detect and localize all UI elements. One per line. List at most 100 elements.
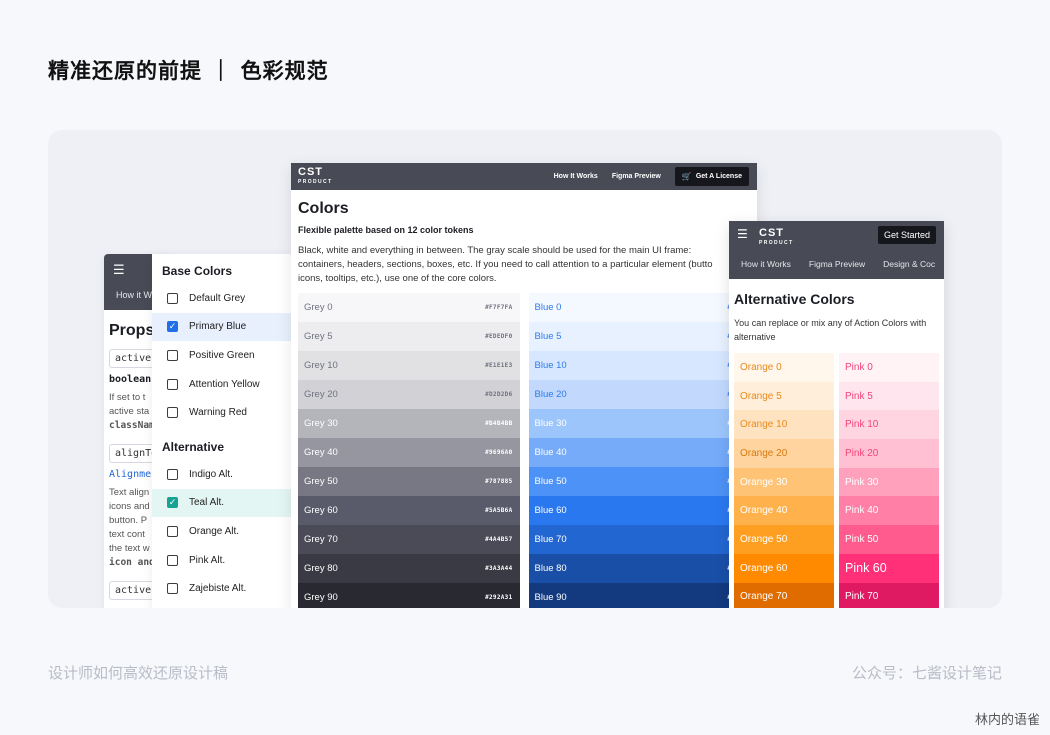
color-swatch[interactable]: Grey 0 #F7F7FA [298,293,520,322]
checkbox-label: Indigo Alt. [189,468,233,480]
swatch-label: Blue 90 [534,592,567,603]
color-swatch[interactable]: Orange 5 [734,381,834,411]
brand-logo[interactable]: CST PRODUCT [298,167,333,187]
color-swatch[interactable]: Blue 60#297 [528,496,750,525]
color-swatch[interactable]: Orange 60 [734,553,834,583]
checkbox-icon[interactable] [167,468,178,480]
swatch-label: Pink 0 [845,361,873,373]
color-swatch[interactable]: Grey 80 #3A3A44 [298,554,520,583]
color-swatch[interactable]: Orange 50 [734,525,834,554]
color-swatch[interactable]: Grey 30 #B4B4BB [298,409,520,438]
color-swatch[interactable]: Blue 10#D8E [528,351,750,380]
swatch-label: Orange 30 [740,476,788,488]
color-swatch[interactable]: Pink 50 [839,525,939,554]
checkbox-icon[interactable] [167,378,178,390]
color-swatch[interactable]: Blue 5#E8F [528,322,750,351]
nav-link-how-it-works[interactable]: How it W [116,290,152,300]
color-swatch[interactable]: Grey 60 #5A5B6A [298,496,520,525]
color-swatch[interactable]: Grey 70 #4A4B57 [298,525,520,554]
color-swatch[interactable]: Pink 60 [839,553,939,583]
checkbox-attention-yellow[interactable]: Attention Yellow [152,370,292,399]
color-swatch[interactable]: Blue 40#76A [528,438,750,467]
menu-icon[interactable]: ☰ [737,227,748,241]
color-swatch[interactable]: Orange 40 [734,496,834,526]
color-swatch[interactable]: Grey 40 #9696A0 [298,438,520,467]
color-swatch[interactable]: Blue 0#F5F [528,293,750,322]
checkbox-icon[interactable] [167,525,178,537]
orange-swatch-column: Orange 0 Orange 5 Orange 10 Orange 20 Orange… [734,353,834,608]
get-license-button[interactable]: 🛒 Get A License [674,167,749,186]
color-swatch[interactable]: Blue 20#C4D [528,380,750,409]
checkbox-indigo-alt[interactable]: Indigo Alt. [152,460,292,489]
menu-icon[interactable]: ☰ [113,262,125,278]
alternative-colors-card: ☰ CST PRODUCT Get Started How it Works Fi… [729,221,944,608]
nav-figma-preview[interactable]: Figma Preview [612,173,661,180]
checkbox-pink-alt[interactable]: Pink Alt. [152,546,292,575]
checkbox-icon[interactable] [167,349,178,361]
checkbox-icon[interactable] [167,554,178,566]
color-swatch[interactable]: Blue 70#226 [528,525,750,554]
color-swatch[interactable]: Blue 50#4F9 [528,467,750,496]
checkbox-primary-blue[interactable]: ✓ Primary Blue [152,312,292,342]
swatch-label: Orange 40 [740,505,788,517]
checkbox-icon[interactable] [167,292,178,304]
color-swatch[interactable]: Pink 10 [839,410,939,440]
checkbox-checked-icon[interactable]: ✓ [167,497,178,509]
checkbox-label: Warning Red [189,407,247,419]
brand-logo[interactable]: CST PRODUCT [759,228,794,248]
color-swatch[interactable]: Grey 50 #787885 [298,467,520,496]
color-swatch[interactable]: Orange 20 [734,439,834,468]
colors-title: Colors [298,200,349,217]
checkbox-label: Default Grey [189,292,246,304]
checkbox-orange-alt[interactable]: Orange Alt. [152,517,292,546]
swatch-label: Grey 30 [304,418,338,429]
page-title: 精准还原的前提 ｜ 色彩规范 [48,59,329,83]
swatch-hex: #9696A0 [485,449,513,456]
grey-swatch-column: Grey 0 #F7F7FA Grey 5 #EDEDF0 Grey 10 #E1E1E3… [298,293,520,608]
swatch-label: Pink 30 [845,476,879,488]
swatch-hex: #787885 [485,478,513,485]
swatch-hex: #4A4B57 [485,536,513,543]
swatch-label: Blue 0 [534,302,562,313]
checkbox-icon[interactable] [167,407,178,419]
colors-description: Black, white and everything in between. … [298,244,750,286]
checkbox-positive-green[interactable]: Positive Green [152,341,292,370]
colors-header: CST PRODUCT How It Works Figma Preview 🛒 G… [291,163,757,190]
checkbox-icon[interactable] [167,583,178,595]
color-swatch[interactable]: Orange 10 [734,410,834,440]
color-swatch[interactable]: Grey 20 #D2D2D6 [298,380,520,409]
color-swatch[interactable]: Pink 70 [839,582,939,608]
nav-how-it-works[interactable]: How it Works [741,259,791,269]
color-swatch[interactable]: Orange 30 [734,467,834,497]
nav-figma-preview[interactable]: Figma Preview [809,259,865,269]
color-swatch[interactable]: Blue 90#133 [528,583,750,608]
prop-pill-active-2[interactable]: active [109,581,158,600]
swatch-hex: #B4B4BB [485,420,513,427]
nav-how-it-works[interactable]: How It Works [554,173,598,180]
color-swatch[interactable]: Grey 10 #E1E1E3 [298,351,520,380]
color-swatch[interactable]: Pink 5 [839,381,939,411]
color-swatch[interactable]: Orange 70 [734,582,834,608]
color-swatch[interactable]: Pink 30 [839,467,939,497]
get-started-button[interactable]: Get Started [877,226,936,244]
color-swatch[interactable]: Pink 20 [839,439,939,468]
swatch-hex: #5A5B6A [485,507,513,514]
swatch-label: Orange 0 [740,361,782,373]
swatch-label: Grey 0 [304,302,333,313]
checkbox-warning-red[interactable]: Warning Red [152,398,292,427]
color-swatch[interactable]: Blue 30#9DC [528,409,750,438]
color-swatch[interactable]: Pink 40 [839,496,939,526]
color-swatch[interactable]: Grey 5 #EDEDF0 [298,322,520,351]
color-checklist-card: Base Colors Default Grey ✓ Primary Blue P… [152,254,292,608]
color-swatch[interactable]: Pink 0 [839,353,939,382]
color-swatch[interactable]: Orange 0 [734,353,834,382]
color-swatch[interactable]: Grey 90 #292A31 [298,583,520,608]
prop-pill-active[interactable]: active [109,349,158,368]
color-swatch[interactable]: Blue 80#184 [528,554,750,583]
checkbox-checked-icon[interactable]: ✓ [167,321,178,333]
checkbox-zajebiste-alt[interactable]: Zajebiste Alt. [152,574,292,603]
nav-design-code[interactable]: Design & Coc [883,259,935,269]
section-alternative: Alternative [162,439,225,454]
checkbox-default-grey[interactable]: Default Grey [152,284,292,313]
checkbox-teal-alt[interactable]: ✓ Teal Alt. [152,488,292,518]
